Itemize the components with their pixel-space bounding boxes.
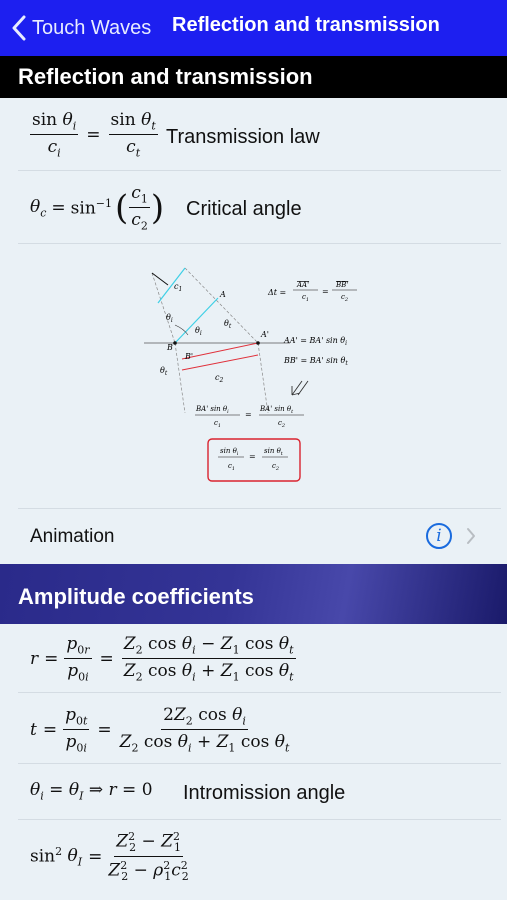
svg-text:BA' sin θi: BA' sin θi (195, 405, 229, 415)
svg-text:B: B (166, 343, 173, 352)
svg-text:BB' = BA' sin θt: BB' = BA' sin θt (283, 356, 348, 367)
chevron-right-icon (467, 528, 475, 544)
intromission-formula-row: sin2 θI = Z22 − Z21 Z22 − ρ21c22 (0, 820, 507, 900)
svg-text:=: = (322, 287, 329, 296)
transmission-law-row: sin θi ci = sin θt ct Transmission law (0, 98, 507, 171)
intromission-formula: θi = θI ⇒ r = 0 (30, 780, 153, 803)
svg-text:B': B' (184, 352, 193, 361)
intromission-angle-row: θi = θI ⇒ r = 0 Intromission angle (0, 764, 507, 820)
svg-text:AA': AA' (296, 281, 309, 289)
svg-text:θt: θt (160, 366, 168, 377)
transmission-coefficient-formula: t = p0t p0i = 2Z2 cos θi Z2 cos θi + Z1 cos… (30, 705, 290, 755)
reflection-coefficient-row: r = p0r p0i = Z2 cos θi − Z1 cos θt Z2 cos … (0, 624, 507, 693)
page-title: Reflection and transmission (172, 14, 440, 36)
critical-angle-row: θc = sin−1 ( c1 c2 ) Critical angle (0, 171, 507, 244)
section-header-label: Reflection and transmission (18, 64, 313, 89)
svg-text:AA' = BA' sin θi: AA' = BA' sin θi (283, 336, 347, 347)
svg-text:c2: c2 (272, 462, 279, 472)
svg-text:A: A (219, 290, 226, 299)
chevron-left-icon (12, 15, 26, 41)
svg-text:=: = (245, 410, 252, 419)
svg-text:A': A' (260, 330, 269, 339)
svg-text:c1: c1 (174, 282, 182, 293)
divider (18, 243, 501, 244)
svg-text:c1: c1 (228, 462, 235, 472)
transmission-law-label: Transmission law (166, 126, 320, 148)
section-header-reflection: Reflection and transmission (0, 56, 507, 98)
info-icon[interactable]: i (426, 523, 452, 549)
intromission-angle-label: Intromission angle (183, 782, 346, 804)
reflection-coefficient-formula: r = p0r p0i = Z2 cos θi − Z1 cos θt Z2 cos … (30, 634, 296, 684)
svg-text:c2: c2 (278, 419, 285, 429)
animation-row[interactable]: Animation i (0, 509, 507, 564)
svg-text:c1: c1 (214, 419, 221, 429)
svg-text:θt: θt (224, 319, 232, 330)
section-header-amplitude: Amplitude coefficients (0, 564, 507, 624)
sin-squared-formula: sin2 θI = Z22 − Z21 Z22 − ρ21c22 (30, 830, 189, 884)
snell-derivation-diagram: c1 A θi θi θt A' B B' θt c2 Δt = AA' c1 … (140, 263, 380, 488)
svg-text:c2: c2 (341, 293, 348, 303)
svg-text:θi: θi (195, 326, 202, 337)
navigation-bar: Touch Waves Reflection and transmission (0, 0, 507, 56)
animation-label: Animation (30, 526, 115, 547)
amplitude-card: r = p0r p0i = Z2 cos θi − Z1 cos θt Z2 cos … (0, 624, 507, 900)
critical-angle-formula: θc = sin−1 ( c1 c2 ) (30, 183, 165, 233)
reflection-card: sin θi ci = sin θt ct Transmission law θc … (0, 98, 507, 564)
svg-text:sin θt: sin θt (264, 447, 284, 457)
svg-text:c2: c2 (215, 373, 223, 384)
critical-angle-label: Critical angle (186, 198, 302, 220)
svg-text:Δt =: Δt = (267, 288, 286, 297)
svg-text:BA' sin θt: BA' sin θt (259, 405, 294, 415)
section-header-label: Amplitude coefficients (18, 584, 254, 609)
svg-text:BB': BB' (335, 281, 348, 289)
back-button[interactable]: Touch Waves (12, 12, 151, 44)
back-button-label: Touch Waves (32, 16, 152, 39)
snell-diagram-figure: c1 A θi θi θt A' B B' θt c2 Δt = AA' c1 … (144, 267, 357, 482)
svg-text:θi: θi (166, 313, 173, 324)
svg-text:c1: c1 (302, 293, 309, 303)
svg-text:=: = (249, 452, 256, 461)
transmission-coefficient-row: t = p0t p0i = 2Z2 cos θi Z2 cos θi + Z1 cos… (0, 693, 507, 764)
svg-text:sin θi: sin θi (220, 447, 239, 457)
transmission-law-formula: sin θi ci = sin θt ct (30, 110, 158, 160)
